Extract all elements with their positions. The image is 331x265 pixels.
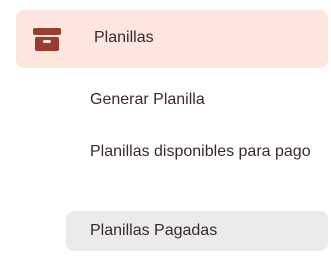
- menu-item-planillas-disponibles[interactable]: Planillas disponibles para pago: [66, 137, 328, 195]
- menu-item-planillas-pagadas[interactable]: Planillas Pagadas: [66, 211, 328, 251]
- menu-item-label: Planillas disponibles para pago: [90, 143, 311, 160]
- menu-group-label: Planillas: [94, 29, 154, 46]
- sidebar-menu: Planillas Generar Planilla Planillas dis…: [0, 0, 331, 265]
- archive-box-icon: [32, 26, 62, 52]
- menu-item-label: Generar Planilla: [90, 91, 205, 108]
- menu-item-generar-planilla[interactable]: Generar Planilla: [66, 85, 328, 115]
- menu-item-label: Planillas Pagadas: [90, 222, 218, 239]
- menu-group-planillas[interactable]: Planillas: [16, 10, 328, 68]
